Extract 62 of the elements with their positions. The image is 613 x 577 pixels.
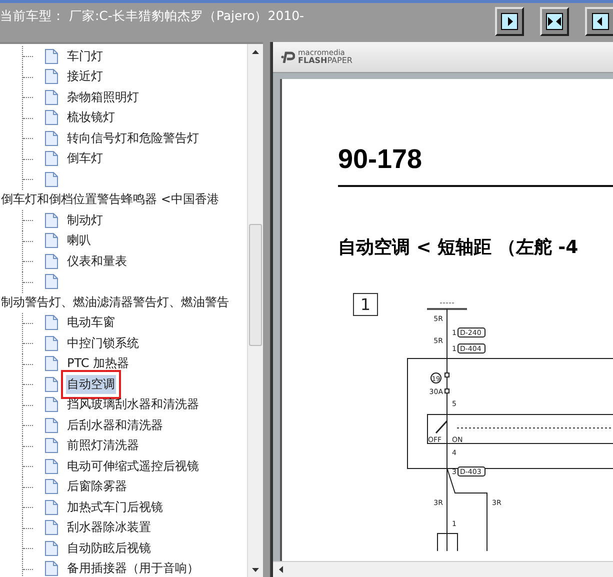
document-icon (45, 90, 58, 105)
document-icon (45, 561, 58, 576)
tree-item[interactable]: 转向信号灯和危险警告灯 (66, 128, 200, 148)
scrollbar[interactable] (247, 44, 263, 577)
document-icon (45, 336, 58, 351)
tree-item[interactable]: 电动车窗 (66, 313, 116, 332)
document-icon (45, 110, 58, 126)
tree-group[interactable]: 制动警告灯、燃油滤清器警告灯、燃油警告 (1, 294, 229, 311)
tree-item[interactable]: 仪表和量表 (66, 252, 128, 271)
page-number: 90-178 (338, 144, 422, 175)
tree-item[interactable]: 备用插接器（用于音响） (66, 559, 200, 577)
document-icon (45, 500, 58, 515)
brand-name: FLASHPAPER (298, 57, 352, 65)
document-icon (45, 172, 58, 187)
document-icon (45, 233, 58, 248)
tree-item[interactable]: 自动防眩后视镜 (66, 538, 152, 558)
document-icon (45, 254, 58, 269)
document-icon (45, 418, 58, 433)
tree-item[interactable]: 前照灯清洗器 (66, 436, 140, 456)
document-icon (45, 151, 58, 166)
logo-icon (281, 51, 295, 63)
tree-item[interactable]: 加热式车门后视镜 (66, 498, 164, 517)
document-icon (45, 69, 58, 84)
tree-item[interactable]: 喇叭 (66, 231, 92, 250)
tree-item[interactable]: 倒车灯 (66, 149, 104, 168)
tree-item[interactable]: 杂物箱照明灯 (66, 88, 140, 107)
scroll-left-icon[interactable] (278, 566, 282, 573)
tree-item[interactable]: PTC 加热器 (66, 354, 130, 374)
document-icon (45, 520, 58, 536)
document-icon (45, 315, 58, 330)
document-icon (45, 130, 58, 146)
tree-item[interactable]: 中控门锁系统 (66, 334, 140, 353)
tree-item[interactable]: 刮水器除冰装置 (66, 518, 152, 538)
horizontal-scrollbar[interactable] (273, 561, 613, 577)
tree-group[interactable]: 倒车灯和倒档位置警告蜂鸣器 <中国香港 (1, 191, 219, 208)
tree-item[interactable]: 自动空调 (66, 374, 116, 394)
scroll-down-icon[interactable] (252, 568, 259, 572)
document-icon (45, 438, 58, 454)
document-icon (45, 540, 58, 556)
layout-button[interactable] (585, 7, 613, 36)
tree-item[interactable]: 制动灯 (66, 210, 104, 230)
page-heading: 自动空调 < 短轴距 （左舵 -4 (338, 236, 578, 259)
document-icon (45, 48, 58, 64)
layout-button[interactable] (495, 7, 524, 36)
document-icon (45, 376, 58, 392)
tree-item[interactable]: 后窗除雾器 (66, 477, 128, 496)
tree-item[interactable]: 电动可伸缩式遥控后视镜 (66, 456, 200, 476)
tree-item[interactable]: 梳妆镜灯 (66, 108, 116, 128)
window-title: 当前车型： 厂家:C-长丰猎豹帕杰罗（Pajero）2010- (0, 8, 306, 25)
layout-button[interactable] (540, 7, 569, 36)
document-icon (45, 212, 58, 228)
tree-item[interactable]: 挡风玻璃刮水器和清洗器 (66, 395, 200, 414)
document-icon (45, 458, 58, 474)
document-icon (45, 479, 58, 494)
tree-item[interactable]: 后刮水器和清洗器 (66, 416, 164, 435)
tree-item[interactable]: 车门灯 (66, 46, 104, 66)
document-icon (45, 356, 58, 372)
scroll-up-icon[interactable] (252, 50, 259, 54)
tree-item[interactable]: 接近灯 (66, 67, 104, 86)
document-icon (45, 397, 58, 412)
scroll-thumb[interactable] (249, 224, 262, 346)
document-icon (45, 274, 58, 290)
